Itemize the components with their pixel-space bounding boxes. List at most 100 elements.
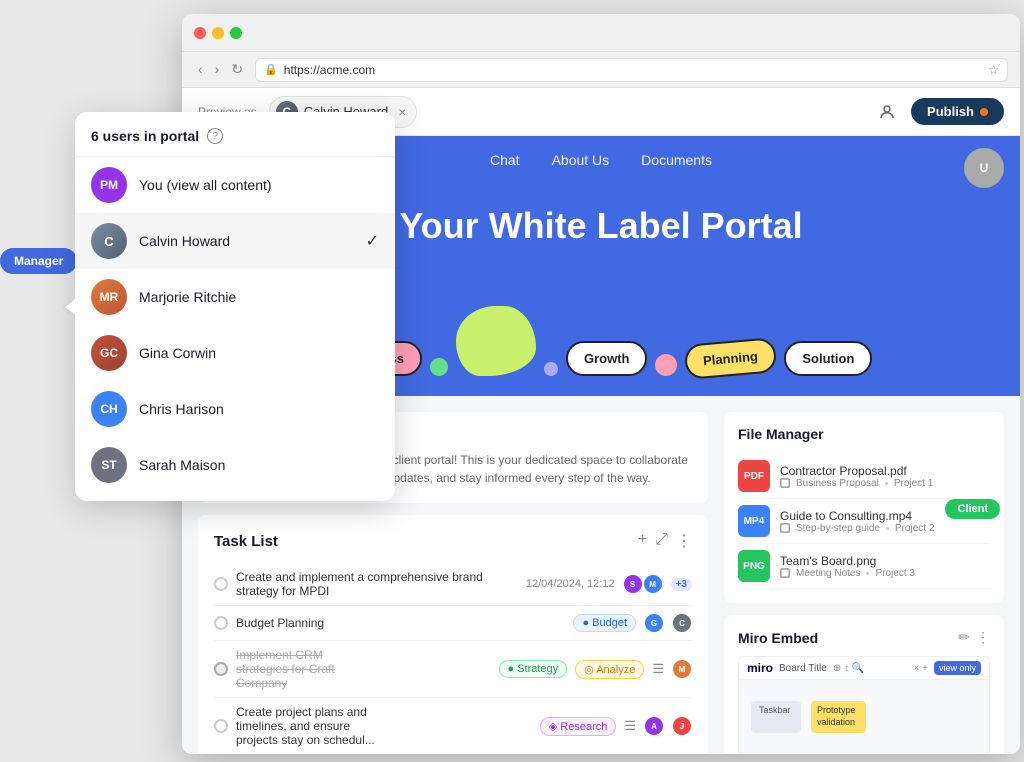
shape-circle-small2 — [544, 362, 558, 376]
url-bar[interactable]: 🔒 https://acme.com ☆ — [255, 58, 1008, 82]
dropdown-item-name: You (view all content) — [139, 177, 379, 193]
star-icon: ☆ — [988, 63, 999, 77]
task-date: 12/04/2024, 12:12 — [526, 578, 615, 590]
dropdown-header: 6 users in portal ? — [75, 128, 395, 157]
avatar-sarah: ST — [91, 447, 127, 483]
miro-card: Miro Embed ✏ ⋮ miro Board Title ⊕ ↕ 🔍 × — [724, 615, 1004, 754]
file-row: PNG Team's Board.png Meeting NotesProjec… — [738, 544, 990, 589]
dropdown-arrow — [65, 299, 75, 315]
miro-prototype-sticky: Prototypevalidation — [811, 701, 866, 732]
miro-embed: miro Board Title ⊕ ↕ 🔍 × + view only Tas… — [738, 656, 990, 754]
check-icon: ✓ — [366, 231, 379, 251]
publish-label: Publish — [927, 104, 974, 119]
task-row: Implement CRM strategies for Craft Compa… — [214, 641, 692, 698]
dropdown-item-gina[interactable]: GC Gina Corwin — [75, 325, 395, 381]
reload-button[interactable]: ↻ — [227, 59, 247, 80]
more-task-icon[interactable]: ⋮ — [676, 531, 692, 551]
miro-view-only-label: view only — [934, 661, 981, 675]
task-avatar: G — [644, 613, 664, 633]
avatar-chris: CH — [91, 391, 127, 427]
miro-content: Taskbar Prototypevalidation — [739, 671, 989, 740]
publish-dot — [980, 108, 988, 116]
close-pill-icon[interactable]: × — [398, 104, 406, 120]
forward-button[interactable]: › — [211, 59, 224, 80]
miro-title: Miro Embed — [738, 630, 818, 646]
user-icon-button[interactable] — [871, 96, 903, 128]
traffic-lights — [194, 27, 242, 39]
shape-planning: Planning — [684, 337, 778, 380]
minimize-button[interactable] — [212, 27, 224, 39]
task-list-title: Task List — [214, 533, 278, 550]
dropdown-item-calvin[interactable]: C Calvin Howard ✓ — [75, 213, 395, 269]
miro-edit-icon[interactable]: ✏ — [958, 629, 970, 646]
right-column: File Manager PDF Contractor Proposal.pdf… — [724, 412, 1004, 754]
file-manager-title: File Manager — [738, 426, 990, 442]
dropdown-item-you[interactable]: PM You (view all content) — [75, 157, 395, 213]
nav-buttons: ‹ › ↻ — [194, 59, 247, 80]
file-meta: Step-by-step guideProject 2 — [780, 523, 990, 534]
shape-circle-pink — [655, 354, 677, 376]
task-text: Create project plans and timelines, and … — [236, 705, 380, 747]
dropdown-item-name: Chris Harison — [139, 401, 379, 417]
dropdown-title: 6 users in portal — [91, 128, 199, 144]
maximize-button[interactable] — [230, 27, 242, 39]
publish-button[interactable]: Publish — [911, 98, 1004, 125]
task-count: +3 — [671, 578, 692, 591]
task-avatars: S M — [623, 574, 663, 594]
file-row: PDF Contractor Proposal.pdf Business Pro… — [738, 454, 990, 499]
help-icon[interactable]: ? — [207, 128, 223, 144]
file-info: Contractor Proposal.pdf Business Proposa… — [780, 464, 990, 489]
close-button[interactable] — [194, 27, 206, 39]
png-icon: PNG — [738, 550, 770, 582]
list-icon: ☰ — [624, 718, 636, 734]
shape-growth: Growth — [566, 341, 648, 376]
list-icon: ☰ — [652, 661, 664, 677]
expand-task-icon[interactable]: ⤢ — [655, 531, 668, 551]
file-name: Team's Board.png — [780, 554, 990, 568]
avatar-calvin: C — [91, 223, 127, 259]
lock-icon: 🔒 — [264, 63, 278, 76]
dropdown-item-name: Marjorie Ritchie — [139, 289, 379, 305]
file-row: MP4 Guide to Consulting.mp4 Step-by-step… — [738, 499, 990, 544]
task-checkbox[interactable] — [214, 577, 228, 591]
task-tag-strategy: ● Strategy — [499, 660, 568, 678]
nav-documents[interactable]: Documents — [641, 152, 712, 168]
nav-about[interactable]: About Us — [552, 152, 610, 168]
avatar-gina: GC — [91, 335, 127, 371]
task-list-header: Task List + ⤢ ⋮ — [214, 531, 692, 551]
task-avatar: A — [644, 716, 664, 736]
dropdown-item-chris[interactable]: CH Chris Harison — [75, 381, 395, 437]
shape-circle-green — [430, 358, 448, 376]
task-avatar: J — [672, 716, 692, 736]
avatar-marjorie: MR — [91, 279, 127, 315]
task-checkbox[interactable] — [214, 719, 228, 733]
dropdown-item-marjorie[interactable]: MR Marjorie Ritchie — [75, 269, 395, 325]
add-task-icon[interactable]: + — [638, 531, 647, 551]
hero-avatar: U — [964, 148, 1004, 188]
dropdown-item-sarah[interactable]: ST Sarah Maison — [75, 437, 395, 493]
back-button[interactable]: ‹ — [194, 59, 207, 80]
task-text: Create and implement a comprehensive bra… — [236, 570, 518, 598]
miro-more-icon[interactable]: ⋮ — [976, 629, 990, 646]
avatar-you: PM — [91, 167, 127, 203]
task-checkbox[interactable] — [214, 616, 228, 630]
title-bar — [182, 14, 1020, 52]
user-dropdown-panel: 6 users in portal ? PM You (view all con… — [75, 112, 395, 501]
miro-board-title: Board Title — [779, 663, 827, 674]
task-tag-budget: ● Budget — [573, 614, 636, 632]
miro-actions: ✏ ⋮ — [958, 629, 990, 646]
task-row: Budget Planning ● Budget G C — [214, 606, 692, 641]
url-text: https://acme.com — [284, 63, 375, 77]
client-badge: Client — [945, 499, 1000, 519]
task-row: Create and implement a comprehensive bra… — [214, 563, 692, 606]
task-avatar: M — [672, 659, 692, 679]
dropdown-item-name: Calvin Howard — [139, 233, 354, 249]
pdf-icon: PDF — [738, 460, 770, 492]
task-avatar: M — [643, 574, 663, 594]
file-name: Contractor Proposal.pdf — [780, 464, 990, 478]
shape-solution: Solution — [784, 341, 872, 376]
task-list-card: Task List + ⤢ ⋮ Create and implement a c… — [198, 515, 708, 754]
task-checkbox[interactable] — [214, 662, 228, 676]
manager-badge: Manager — [0, 248, 77, 274]
nav-chat[interactable]: Chat — [490, 152, 520, 168]
